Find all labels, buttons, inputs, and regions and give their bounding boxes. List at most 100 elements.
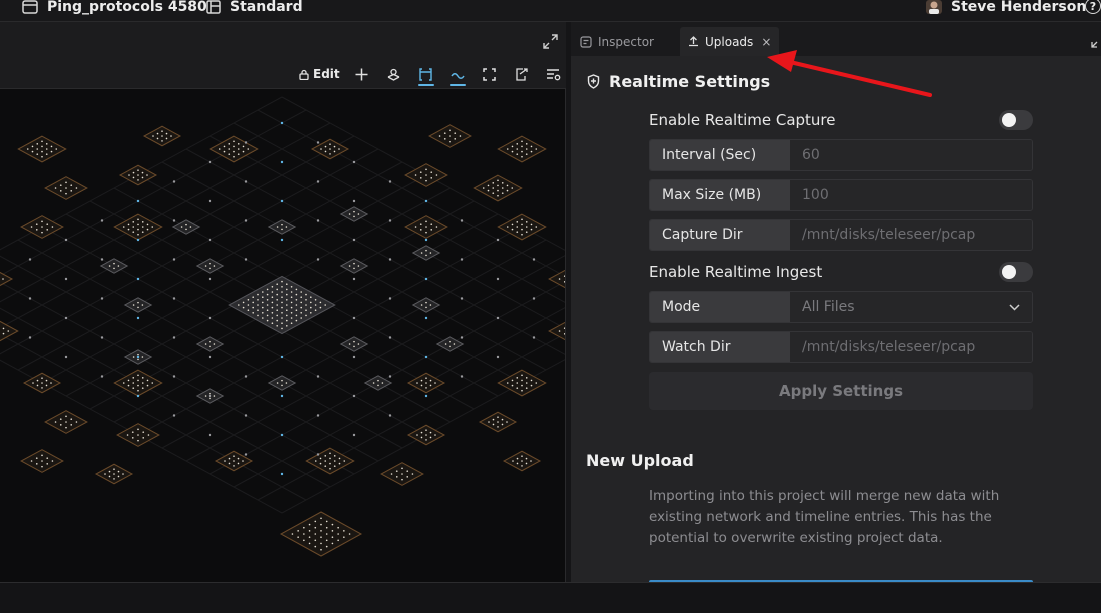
device-dot: [172, 375, 176, 378]
subnet-node[interactable]: [17, 135, 67, 163]
host-dot: [401, 467, 403, 470]
host-dot: [132, 304, 135, 306]
host-dot: [237, 148, 240, 150]
host-dot: [530, 228, 533, 231]
host-dot: [41, 377, 43, 379]
tab-inspector[interactable]: Inspector: [572, 27, 662, 56]
host-dot: [444, 343, 447, 345]
close-icon[interactable]: ×: [761, 35, 771, 49]
host-dot: [525, 382, 528, 384]
host-dot: [353, 340, 355, 343]
host-dot: [454, 138, 457, 140]
flow-mode-button[interactable]: [442, 62, 474, 86]
device-dot: [388, 336, 392, 339]
host-dot: [271, 291, 274, 293]
watch-dir-input[interactable]: [790, 332, 1032, 362]
subnet-node[interactable]: [548, 320, 566, 343]
device-dot: [496, 238, 500, 242]
host-dot: [521, 384, 523, 387]
interval-field: Interval (Sec): [649, 139, 1033, 171]
project-selector[interactable]: Ping_protocols 4580: [22, 0, 207, 15]
host-dot: [516, 148, 519, 150]
fullscreen-icon: [483, 67, 496, 81]
host-dot: [497, 426, 499, 428]
device-dot: [424, 199, 428, 203]
host-dot: [271, 312, 274, 314]
capture-dir-input[interactable]: [790, 220, 1032, 250]
host-dot: [257, 314, 259, 317]
host-dot: [314, 526, 317, 529]
host-dot: [252, 296, 254, 298]
host-dot: [122, 473, 124, 475]
host-dot: [117, 475, 120, 478]
host-dot: [26, 148, 29, 150]
host-dot: [425, 226, 427, 228]
edit-button[interactable]: Edit: [299, 67, 340, 81]
host-dot: [300, 317, 303, 319]
host-dot: [521, 379, 523, 382]
host-dot: [45, 148, 48, 150]
realtime-capture-toggle[interactable]: [999, 110, 1033, 130]
host-dot: [276, 382, 279, 384]
network-graph-canvas[interactable]: [0, 88, 566, 582]
mode-select[interactable]: All Files: [790, 292, 1032, 322]
host-dot: [295, 304, 298, 306]
host-dot: [281, 291, 283, 293]
host-dot: [419, 171, 422, 173]
subnet-node[interactable]: [497, 135, 547, 163]
host-dot: [132, 221, 135, 223]
host-dot: [438, 135, 441, 137]
network-graph[interactable]: [0, 89, 566, 582]
host-dot: [281, 379, 283, 382]
avatar: [926, 0, 942, 14]
host-dot: [209, 392, 211, 395]
view-settings-button[interactable]: [538, 62, 570, 86]
host-dot: [420, 252, 423, 254]
host-dot: [41, 220, 43, 223]
host-dot: [141, 377, 144, 379]
host-dot: [59, 184, 62, 186]
export-button[interactable]: [506, 62, 538, 86]
fit-view-button[interactable]: [474, 62, 506, 86]
host-dot: [41, 145, 43, 148]
host-dot: [501, 418, 504, 421]
realtime-ingest-toggle[interactable]: [999, 262, 1033, 282]
user-menu[interactable]: Steve Henderson: [926, 0, 1086, 15]
max-size-input[interactable]: [790, 180, 1032, 210]
host-dot: [41, 231, 43, 234]
link-mode-button[interactable]: [410, 62, 442, 86]
host-dot: [300, 312, 303, 314]
layers-button[interactable]: [378, 62, 410, 86]
interval-input[interactable]: [790, 140, 1032, 170]
chevron-down-icon: [1009, 303, 1020, 311]
wave-icon: [451, 72, 465, 79]
host-dot: [237, 457, 240, 460]
apply-settings-button[interactable]: Apply Settings: [649, 372, 1033, 410]
subnet-node[interactable]: [548, 268, 566, 291]
host-dot: [113, 267, 115, 270]
expand-icon[interactable]: [543, 34, 558, 49]
host-dot: [414, 174, 417, 176]
tab-uploads[interactable]: Uploads ×: [680, 27, 780, 56]
layout-name: Standard: [230, 0, 303, 15]
device-dot: [244, 141, 248, 144]
host-dot: [2, 278, 4, 280]
device-dot: [352, 394, 356, 398]
host-dot: [443, 138, 446, 140]
device-dot: [136, 199, 140, 203]
subnet-node[interactable]: [473, 174, 523, 202]
add-node-button[interactable]: [346, 62, 378, 86]
layout-icon: [206, 0, 221, 14]
host-dot: [75, 421, 78, 423]
host-dot: [511, 187, 514, 189]
collapse-icon[interactable]: [1091, 36, 1101, 48]
grid-line: [0, 359, 283, 514]
help-icon[interactable]: ?: [1085, 0, 1101, 14]
grid-line: [0, 96, 283, 251]
host-dot: [141, 231, 144, 233]
host-dot: [228, 143, 231, 145]
host-dot: [300, 291, 303, 293]
host-dot: [314, 539, 317, 542]
device-dot: [316, 219, 320, 222]
layout-selector[interactable]: Standard: [206, 0, 303, 15]
